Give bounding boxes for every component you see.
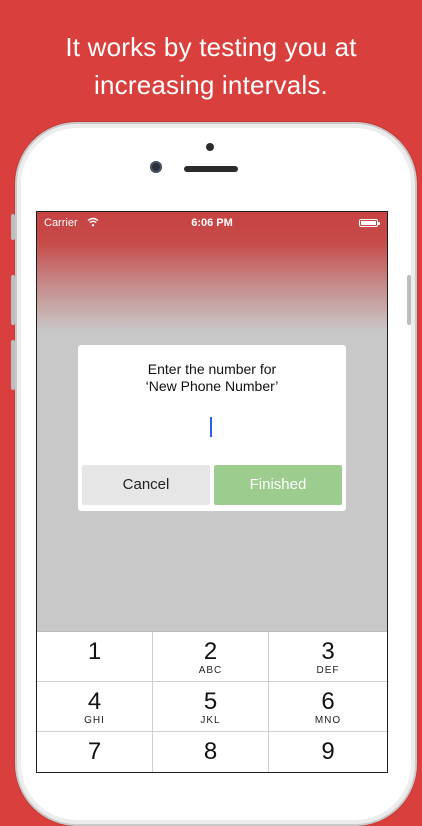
headline: It works by testing you at increasing in… <box>0 28 422 104</box>
keypad-key-6[interactable]: 6 MNO <box>269 682 387 732</box>
key-number: 5 <box>203 688 218 715</box>
proximity-sensor <box>206 143 214 151</box>
key-letters: ABC <box>198 665 223 676</box>
keypad-key-3[interactable]: 3 DEF <box>269 632 387 682</box>
keypad-key-1[interactable]: 1 <box>37 632 153 682</box>
key-letters: MNO <box>314 715 342 726</box>
keypad-key-2[interactable]: 2 ABC <box>153 632 269 682</box>
key-number: 6 <box>321 688 335 715</box>
keypad-key-8[interactable]: 8 <box>153 732 269 772</box>
keypad-key-4[interactable]: 4 GHI <box>37 682 153 732</box>
phone-power-button <box>407 275 411 325</box>
keypad-key-9[interactable]: 9 <box>269 732 387 772</box>
front-camera <box>150 161 162 173</box>
dialog-title: Enter the number for ‘New Phone Number’ <box>78 361 346 395</box>
status-bar: Carrier 6:06 PM <box>37 212 387 234</box>
cancel-button[interactable]: Cancel <box>82 465 210 505</box>
battery-icon <box>359 219 380 227</box>
numeric-keypad: 1 2 ABC 3 DEF 4 GHI 5 JKL 6 MNO 7 8 9 <box>37 631 387 772</box>
phone-volume-down-button <box>11 340 15 390</box>
key-number: 4 <box>87 688 102 715</box>
key-letters: DEF <box>316 665 340 676</box>
key-letters: GHI <box>84 715 105 726</box>
key-number: 9 <box>321 738 335 765</box>
earpiece-speaker <box>184 166 238 172</box>
dialog-title-line-2: ‘New Phone Number’ <box>145 378 279 394</box>
dialog-title-line-1: Enter the number for <box>147 361 277 377</box>
key-number: 2 <box>203 638 218 665</box>
finished-button[interactable]: Finished <box>214 465 342 505</box>
headline-line-1: It works by testing you at <box>65 32 357 62</box>
key-number: 7 <box>87 738 102 765</box>
key-number: 3 <box>321 638 335 665</box>
keypad-key-5[interactable]: 5 JKL <box>153 682 269 732</box>
key-number: 1 <box>87 638 102 665</box>
status-time: 6:06 PM <box>191 217 233 229</box>
phone-volume-up-button <box>11 275 15 325</box>
keypad-key-7[interactable]: 7 <box>37 732 153 772</box>
phone-number-dialog: Enter the number for ‘New Phone Number’ … <box>78 345 346 511</box>
text-input-cursor[interactable] <box>210 417 212 437</box>
phone-mute-switch <box>11 214 15 240</box>
key-letters: JKL <box>200 715 221 726</box>
phone-screen: Carrier 6:06 PM Enter the number for ‘Ne… <box>36 211 388 773</box>
headline-line-2: increasing intervals. <box>94 70 328 100</box>
key-number: 8 <box>203 738 218 765</box>
